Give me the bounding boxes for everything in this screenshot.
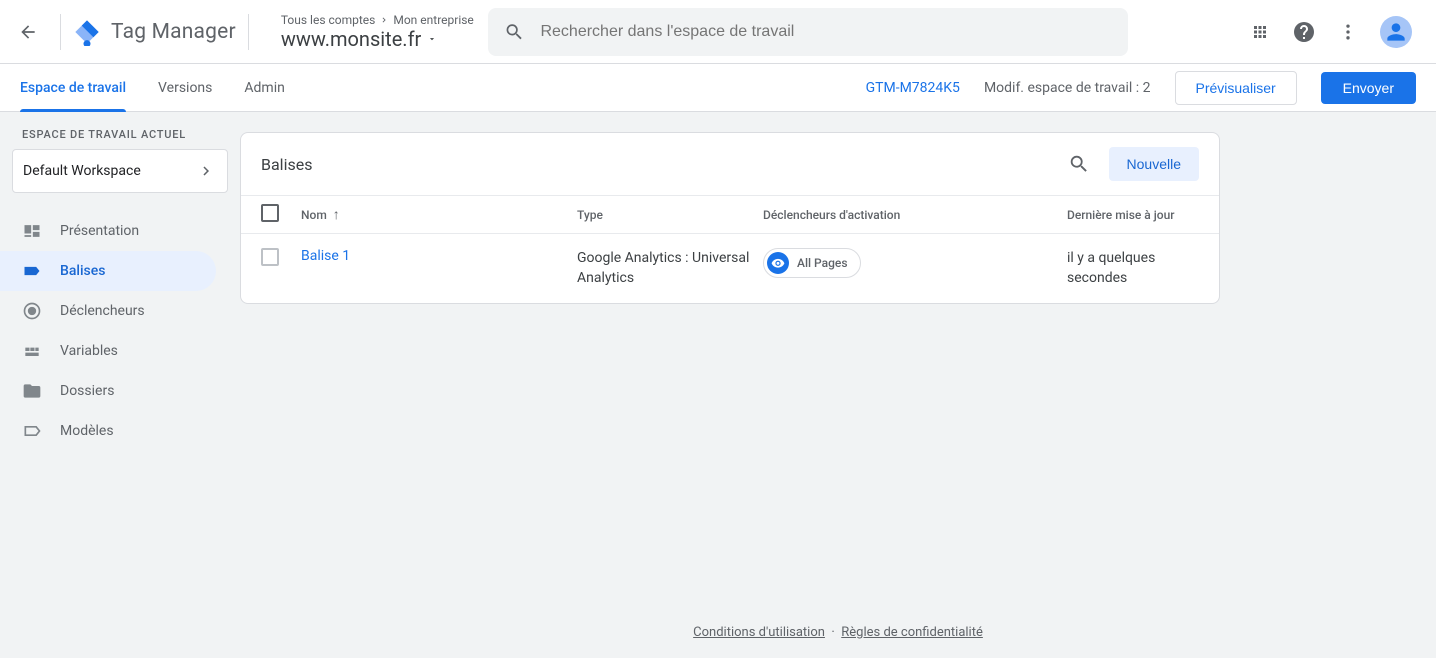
- tag-name-link[interactable]: Balise 1: [301, 248, 350, 264]
- tag-updated: il y a quelques secondes: [1067, 248, 1199, 289]
- app-header: Tag Manager Tous les comptes Mon entrepr…: [0, 0, 1436, 64]
- account-avatar[interactable]: [1380, 16, 1412, 48]
- nav-label: Déclencheurs: [60, 303, 145, 319]
- tag-type: Google Analytics : Universal Analytics: [577, 248, 763, 289]
- nav-label: Variables: [60, 343, 118, 359]
- nav-item-tags[interactable]: Balises: [0, 251, 216, 291]
- back-button[interactable]: [16, 20, 40, 44]
- search-icon: [504, 21, 525, 43]
- search-box[interactable]: [488, 8, 1128, 56]
- nav-label: Présentation: [60, 223, 139, 239]
- brick-icon: [22, 341, 42, 361]
- person-icon: [1383, 19, 1409, 45]
- column-header-type[interactable]: Type: [577, 208, 763, 222]
- table-row[interactable]: Balise 1 Google Analytics : Universal An…: [241, 234, 1219, 303]
- sort-asc-icon: ↑: [333, 206, 340, 223]
- product-logo-block[interactable]: Tag Manager: [73, 18, 236, 46]
- workspace-name: Default Workspace: [23, 163, 141, 179]
- pageview-icon: [767, 252, 789, 274]
- sub-header: Espace de travail Versions Admin GTM-M78…: [0, 64, 1436, 112]
- card-title: Balises: [261, 155, 312, 174]
- help-icon: [1292, 20, 1316, 44]
- select-all-checkbox[interactable]: [261, 204, 279, 222]
- card-header: Balises Nouvelle: [241, 133, 1219, 195]
- nav-item-variables[interactable]: Variables: [0, 331, 216, 371]
- workspace-changes[interactable]: Modif. espace de travail : 2: [984, 80, 1151, 96]
- privacy-link[interactable]: Règles de confidentialité: [841, 625, 983, 640]
- nav-list: Présentation Balises Déclencheurs Variab…: [0, 207, 240, 451]
- card-search-button[interactable]: [1067, 152, 1091, 176]
- tag-manager-logo-icon: [73, 18, 101, 46]
- target-icon: [22, 301, 42, 321]
- row-checkbox[interactable]: [261, 248, 279, 266]
- main-content: Balises Nouvelle Nom ↑ Type Déclencheurs…: [240, 112, 1436, 658]
- subheader-right: GTM-M7824K5 Modif. espace de travail : 2…: [866, 71, 1416, 105]
- tab-workspace[interactable]: Espace de travail: [20, 64, 126, 111]
- search-icon: [1068, 153, 1090, 175]
- workspace-selector[interactable]: Default Workspace: [12, 149, 228, 193]
- container-selector[interactable]: www.monsite.fr: [281, 27, 474, 51]
- product-name: Tag Manager: [111, 20, 236, 44]
- container-id[interactable]: GTM-M7824K5: [866, 80, 960, 96]
- dropdown-arrow-icon: [427, 34, 437, 44]
- chevron-right-icon: [197, 162, 215, 180]
- tab-versions[interactable]: Versions: [158, 64, 212, 111]
- tab-admin[interactable]: Admin: [244, 64, 284, 111]
- divider: [60, 14, 61, 50]
- breadcrumb-accounts[interactable]: Tous les comptes: [281, 13, 376, 27]
- breadcrumb-company[interactable]: Mon entreprise: [393, 13, 473, 27]
- chip-label: All Pages: [797, 256, 848, 270]
- search-input[interactable]: [540, 23, 1111, 41]
- divider: [248, 14, 249, 50]
- column-header-triggers[interactable]: Déclencheurs d'activation: [763, 208, 1067, 222]
- account-breadcrumb-block: Tous les comptes Mon entreprise www.mons…: [281, 13, 474, 51]
- table-header-row: Nom ↑ Type Déclencheurs d'activation Der…: [241, 195, 1219, 234]
- new-tag-button[interactable]: Nouvelle: [1109, 147, 1199, 181]
- column-header-updated[interactable]: Dernière mise à jour: [1067, 208, 1199, 222]
- body: ESPACE DE TRAVAIL ACTUEL Default Workspa…: [0, 112, 1436, 658]
- sidebar: ESPACE DE TRAVAIL ACTUEL Default Workspa…: [0, 112, 240, 658]
- container-name: www.monsite.fr: [281, 27, 421, 51]
- apps-button[interactable]: [1248, 20, 1272, 44]
- more-button[interactable]: [1336, 20, 1360, 44]
- preview-button[interactable]: Prévisualiser: [1175, 71, 1297, 105]
- nav-label: Modèles: [60, 423, 114, 439]
- label-outline-icon: [22, 421, 42, 441]
- header-right: [1248, 16, 1428, 48]
- tag-icon: [22, 261, 42, 281]
- nav-label: Balises: [60, 263, 105, 279]
- nav-item-overview[interactable]: Présentation: [0, 211, 216, 251]
- nav-item-templates[interactable]: Modèles: [0, 411, 216, 451]
- trigger-chip[interactable]: All Pages: [763, 248, 861, 278]
- column-header-name[interactable]: Nom ↑: [301, 206, 577, 223]
- apps-grid-icon: [1251, 23, 1269, 41]
- dashboard-icon: [22, 221, 42, 241]
- footer: Conditions d'utilisation · Règles de con…: [240, 611, 1436, 658]
- help-button[interactable]: [1292, 20, 1316, 44]
- nav-item-folders[interactable]: Dossiers: [0, 371, 216, 411]
- nav-item-triggers[interactable]: Déclencheurs: [0, 291, 216, 331]
- submit-button[interactable]: Envoyer: [1321, 72, 1416, 104]
- nav-label: Dossiers: [60, 383, 114, 399]
- terms-link[interactable]: Conditions d'utilisation: [693, 625, 825, 640]
- main-tabs: Espace de travail Versions Admin: [20, 64, 285, 111]
- footer-separator: ·: [831, 625, 834, 640]
- current-workspace-label: ESPACE DE TRAVAIL ACTUEL: [0, 112, 240, 149]
- tags-card: Balises Nouvelle Nom ↑ Type Déclencheurs…: [240, 132, 1220, 304]
- chevron-right-icon: [379, 15, 389, 25]
- arrow-left-icon: [18, 22, 38, 42]
- breadcrumb[interactable]: Tous les comptes Mon entreprise: [281, 13, 474, 27]
- more-vert-icon: [1338, 22, 1358, 42]
- folder-icon: [22, 381, 42, 401]
